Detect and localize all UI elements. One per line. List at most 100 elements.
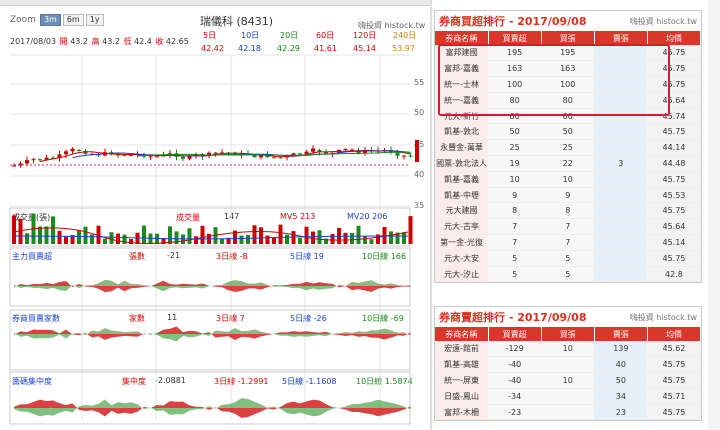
candle-body (70, 148, 75, 152)
volume-bar (265, 235, 270, 244)
table-row[interactable]: 凱基-中壢 9 9 45.53 (435, 187, 701, 204)
avg-cell: 45.62 (647, 341, 701, 358)
volume-bar (83, 226, 88, 244)
chart-area: Zoom 3m 6m 1y 瑞儀科 (8431) 嗨投資 histock.tw … (0, 0, 430, 430)
net-cell: 5 (488, 250, 542, 267)
highlight-box (438, 44, 670, 116)
col-buy[interactable]: 買張 (541, 31, 595, 45)
col-buy[interactable]: 買張 (541, 327, 595, 341)
candle-body (213, 152, 218, 154)
table-row[interactable]: 凱基-嘉義 10 10 45.75 (435, 171, 701, 188)
broker-cell[interactable]: 凱基-高雄 (435, 356, 489, 374)
net-cell: 50 (488, 123, 542, 141)
col-broker[interactable]: 券商名稱 (435, 31, 489, 45)
table-row[interactable]: 凱基-敦北 50 50 45.75 (435, 123, 701, 141)
volume-bar (51, 216, 55, 244)
sell-ranking-watermark: 嗨投資 histock.tw (629, 312, 697, 322)
avg-cell: 44.48 (647, 155, 701, 172)
candle-body (25, 160, 29, 164)
buy-ranking-title: 券商買超排行 - 2017/09/08 (439, 15, 587, 28)
table-row[interactable]: 元大-大安 5 5 45.75 (435, 250, 701, 267)
sell-cell: 50 (594, 372, 648, 389)
volume-bar (252, 225, 257, 244)
broker-cell[interactable]: 元大-大安 (435, 250, 489, 267)
table-row[interactable]: 元大-汐止 5 5 42.8 (435, 266, 701, 283)
volume-bar (408, 216, 413, 244)
volume-bar (194, 236, 198, 244)
col-avg[interactable]: 均價 (647, 31, 702, 45)
volume-bar (12, 215, 16, 244)
broker-cell[interactable]: 第一金-光復 (435, 234, 489, 251)
sell-cell (594, 202, 648, 220)
volume-bar (44, 226, 49, 244)
col-sell[interactable]: 賣張 (594, 31, 648, 45)
candle-body (31, 159, 36, 161)
net-cell: -40 (488, 356, 542, 374)
candle-body (129, 154, 133, 156)
table-row[interactable]: 凱基-高雄 -40 40 45.75 (435, 356, 701, 374)
table-row[interactable]: 第一金-光復 7 7 45.14 (435, 234, 701, 251)
avg-cell: 45.75 (647, 356, 701, 374)
buy-cell: 10 (541, 341, 595, 358)
table-row[interactable]: 宏遠-館前 -129 10 139 45.62 (435, 341, 701, 358)
candle-body (311, 148, 315, 152)
net-cell: 7 (488, 234, 542, 251)
broker-cell[interactable]: 統一-屏東 (435, 372, 489, 389)
net-cell: 10 (488, 171, 542, 188)
broker-cell[interactable]: 國票-敦北法人 (435, 155, 489, 172)
table-row[interactable]: 元大-古亭 7 7 45.64 (435, 218, 701, 236)
scrollbar[interactable] (708, 0, 720, 430)
table-row[interactable]: 國票-敦北法人 19 22 3 44.48 (435, 155, 701, 172)
ma-lines (39, 149, 411, 163)
volume-bar (90, 234, 94, 244)
buy-cell: 7 (541, 234, 595, 251)
col-net[interactable]: 買賣超 (488, 31, 542, 45)
volume-bar (259, 227, 263, 244)
volume-bar (25, 233, 29, 244)
avg-cell: 44.14 (647, 139, 701, 157)
table-row[interactable]: 元大建國 8 8 45.75 (435, 202, 701, 220)
buy-cell: 5 (541, 250, 595, 267)
broker-cell[interactable]: 凱基-中壢 (435, 187, 489, 204)
ma5-line (39, 149, 411, 163)
candle-body (64, 151, 68, 155)
volume-bar (116, 233, 120, 244)
col-net[interactable]: 買賣超 (488, 327, 542, 341)
page: Zoom 3m 6m 1y 瑞儀科 (8431) 嗨投資 histock.tw … (0, 0, 720, 430)
col-avg[interactable]: 均價 (647, 327, 702, 341)
indicator-areas (14, 279, 411, 418)
chart-graphics (9, 54, 419, 425)
avg-cell: 42.8 (647, 266, 701, 283)
net-cell: 7 (488, 218, 542, 236)
col-broker[interactable]: 券商名稱 (435, 327, 489, 341)
candle-body (38, 159, 42, 161)
table-row[interactable]: 日盛-鳳山 -34 34 45.71 (435, 388, 701, 405)
volume-bar (285, 234, 289, 244)
buy-cell (541, 356, 595, 374)
col-sell[interactable]: 賣張 (594, 327, 648, 341)
broker-cell[interactable]: 凱基-敦北 (435, 123, 489, 141)
main-force-area-up (14, 280, 411, 293)
broker-cell[interactable]: 宏遠-館前 (435, 341, 489, 358)
broker-cell[interactable]: 日盛-鳳山 (435, 388, 489, 405)
broker-cell[interactable]: 凱基-嘉義 (435, 171, 489, 188)
sell-ranking-header: 券商賣超排行 - 2017/09/08 嗨投資 histock.tw (435, 307, 701, 327)
sell-cell: 139 (594, 341, 648, 358)
volume-bar (187, 228, 192, 244)
volume-bar (356, 225, 361, 244)
avg-cell: 45.75 (647, 404, 701, 421)
candle-body (402, 155, 406, 157)
broker-cell[interactable]: 元大-古亭 (435, 218, 489, 236)
table-row[interactable]: 富邦-木柵 -23 23 45.75 (435, 404, 701, 421)
broker-cell[interactable]: 元大建國 (435, 202, 489, 220)
main-force-area-down (14, 279, 411, 292)
table-row[interactable]: 永豐金-萬華 25 25 44.14 (435, 139, 701, 157)
volume-bar (109, 232, 114, 244)
volume-bar (298, 238, 302, 244)
broker-cell[interactable]: 元大-汐止 (435, 266, 489, 283)
volume-bar (369, 239, 374, 244)
table-row[interactable]: 統一-屏東 -40 10 50 45.75 (435, 372, 701, 389)
broker-cell[interactable]: 富邦-木柵 (435, 404, 489, 421)
avg-cell: 45.75 (647, 171, 701, 188)
broker-cell[interactable]: 永豐金-萬華 (435, 139, 489, 157)
